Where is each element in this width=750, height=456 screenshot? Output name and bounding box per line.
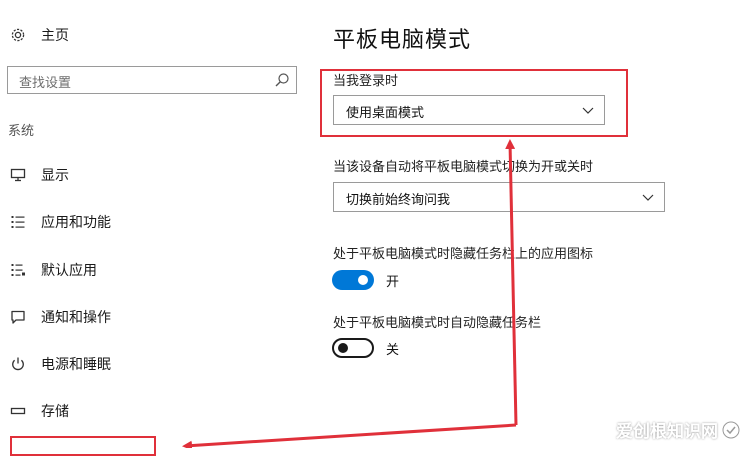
switch-prompt-label: 当该设备自动将平板电脑模式切换为开或关时 [333, 160, 594, 175]
sidebar-item-label: 应用和功能 [41, 215, 111, 231]
auto-hide-state: 关 [386, 343, 400, 358]
hide-icons-label: 处于平板电脑模式时隐藏任务栏上的应用图标 [333, 247, 594, 262]
sidebar-item-default-apps[interactable]: 默认应用 [8, 259, 97, 281]
search-settings-input[interactable]: 查找设置 [7, 66, 297, 94]
annotation-highlight-box [10, 436, 156, 456]
sidebar-item-label: 存储 [41, 404, 69, 420]
notification-icon [8, 307, 28, 327]
home-label: 主页 [41, 28, 69, 44]
toggle-knob [358, 275, 368, 285]
switch-prompt-dropdown[interactable]: 切换前始终询问我 [333, 182, 665, 212]
page-title: 平板电脑模式 [333, 28, 472, 53]
watermark: 爱创根知识网 [616, 417, 740, 442]
sidebar-item-label: 显示 [41, 168, 69, 184]
sidebar-item-label: 电源和睡眠 [41, 357, 111, 373]
hide-icons-state: 开 [386, 275, 400, 290]
settings-sidebar: 主页 查找设置 系统 显示 应用和功能 默认应用 通知和操作 电源和睡眠 存储 [0, 0, 310, 456]
home-nav-item[interactable]: 主页 [8, 24, 69, 46]
chevron-down-icon [642, 194, 654, 201]
sidebar-item-apps-features[interactable]: 应用和功能 [8, 211, 111, 233]
default-apps-icon [8, 260, 28, 280]
search-placeholder: 查找设置 [19, 76, 72, 91]
sidebar-item-power-sleep[interactable]: 电源和睡眠 [8, 353, 111, 375]
auto-hide-toggle[interactable] [332, 338, 374, 358]
apps-list-icon [8, 212, 28, 232]
annotation-highlight-box [320, 69, 628, 137]
sidebar-item-display[interactable]: 显示 [8, 164, 69, 186]
sidebar-item-label: 通知和操作 [41, 310, 111, 326]
power-icon [8, 354, 28, 374]
watermark-logo-icon [722, 421, 740, 438]
monitor-icon [8, 165, 28, 185]
tablet-mode-settings: 平板电脑模式 当我登录时 使用桌面模式 当该设备自动将平板电脑模式切换为开或关时… [330, 0, 750, 448]
switch-prompt-value: 切换前始终询问我 [346, 193, 451, 208]
storage-icon [8, 401, 28, 421]
gear-icon [8, 25, 28, 45]
auto-hide-label: 处于平板电脑模式时自动隐藏任务栏 [333, 316, 542, 331]
hide-icons-toggle[interactable] [332, 270, 374, 290]
search-icon[interactable] [274, 72, 290, 88]
sidebar-item-storage[interactable]: 存储 [8, 400, 69, 422]
sidebar-item-notifications[interactable]: 通知和操作 [8, 306, 111, 328]
toggle-knob [338, 343, 348, 353]
sidebar-item-label: 默认应用 [41, 263, 97, 279]
sidebar-group-title: 系统 [8, 124, 35, 139]
watermark-text: 爱创根知识网 [616, 422, 718, 442]
